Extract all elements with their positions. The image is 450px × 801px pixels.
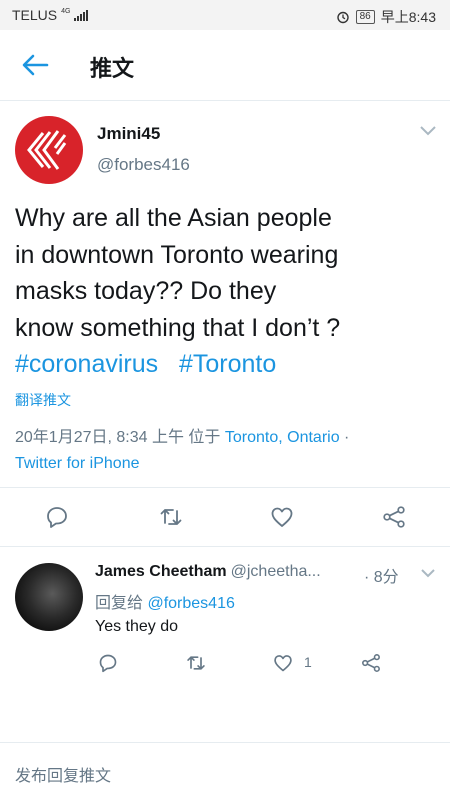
reply-author-handle[interactable]: @jcheetha... — [231, 563, 321, 580]
client-link[interactable]: Twitter for iPhone — [15, 455, 140, 472]
share-icon[interactable] — [382, 505, 406, 529]
top-bar: 推文 — [0, 30, 450, 101]
tweet-text-line: masks today?? Do they — [15, 277, 277, 305]
reply-author-name[interactable]: James Cheetham — [95, 563, 227, 580]
author-name[interactable]: Jmini45 — [97, 124, 160, 144]
chevron-down-icon[interactable] — [420, 568, 436, 579]
network-type: 4G — [61, 7, 71, 15]
reply-compose-input[interactable]: 发布回复推文 — [15, 762, 111, 786]
retweet-icon[interactable] — [159, 505, 183, 529]
compose-bar: 发布回复推文 — [0, 742, 450, 801]
chevron-down-icon[interactable] — [419, 125, 437, 137]
reply-time: · 8分 — [364, 569, 399, 586]
tweet-meta: 20年1月27日, 8:34 上午 位于 Toronto, Ontario · … — [15, 425, 440, 477]
signal-icon — [74, 9, 89, 21]
carrier-label: TELUS — [12, 7, 58, 23]
replying-to-prefix: 回复给 — [95, 595, 148, 612]
reply-text: Yes they do — [95, 618, 179, 635]
retweet-icon[interactable] — [186, 653, 206, 673]
translate-tweet-link[interactable]: 翻译推文 — [15, 390, 71, 410]
alarm-icon — [336, 11, 349, 24]
author-avatar[interactable] — [15, 116, 83, 184]
tweet-body: Why are all the Asian people in downtown… — [15, 200, 435, 383]
status-bar: TELUS 4G 86 早上8:43 — [0, 0, 450, 30]
like-icon[interactable] — [270, 505, 294, 529]
tweet-text-line: know something that I don’t ? — [15, 313, 341, 342]
tweet-action-bar — [0, 487, 450, 547]
tweet-timestamp: 20年1月27日, 8:34 上午 位于 — [15, 429, 225, 446]
replying-to: 回复给 @forbes416 — [95, 589, 235, 613]
logo-icon — [27, 130, 67, 170]
tweet-text-line: Why are all the Asian people — [15, 204, 332, 232]
reply-header: James Cheetham @jcheetha... — [95, 563, 321, 581]
battery-indicator: 86 — [355, 10, 375, 24]
back-arrow-icon[interactable] — [20, 52, 50, 78]
reply-icon[interactable] — [98, 653, 118, 673]
clock: 早上8:43 — [380, 9, 436, 25]
replying-to-handle[interactable]: @forbes416 — [147, 595, 234, 612]
hashtag-links[interactable]: #coronavirus #Toronto — [15, 346, 435, 383]
location-link[interactable]: Toronto, Ontario — [225, 429, 340, 446]
like-icon[interactable] — [273, 653, 293, 673]
meta-separator: · — [339, 429, 350, 446]
reply-icon[interactable] — [45, 505, 69, 529]
page-title: 推文 — [90, 56, 135, 81]
share-icon[interactable] — [361, 653, 381, 673]
like-count: 1 — [304, 654, 312, 670]
reply-author-avatar[interactable] — [15, 563, 83, 631]
author-handle[interactable]: @forbes416 — [97, 155, 190, 175]
tweet-text-line: in downtown Toronto wearing — [15, 240, 339, 269]
